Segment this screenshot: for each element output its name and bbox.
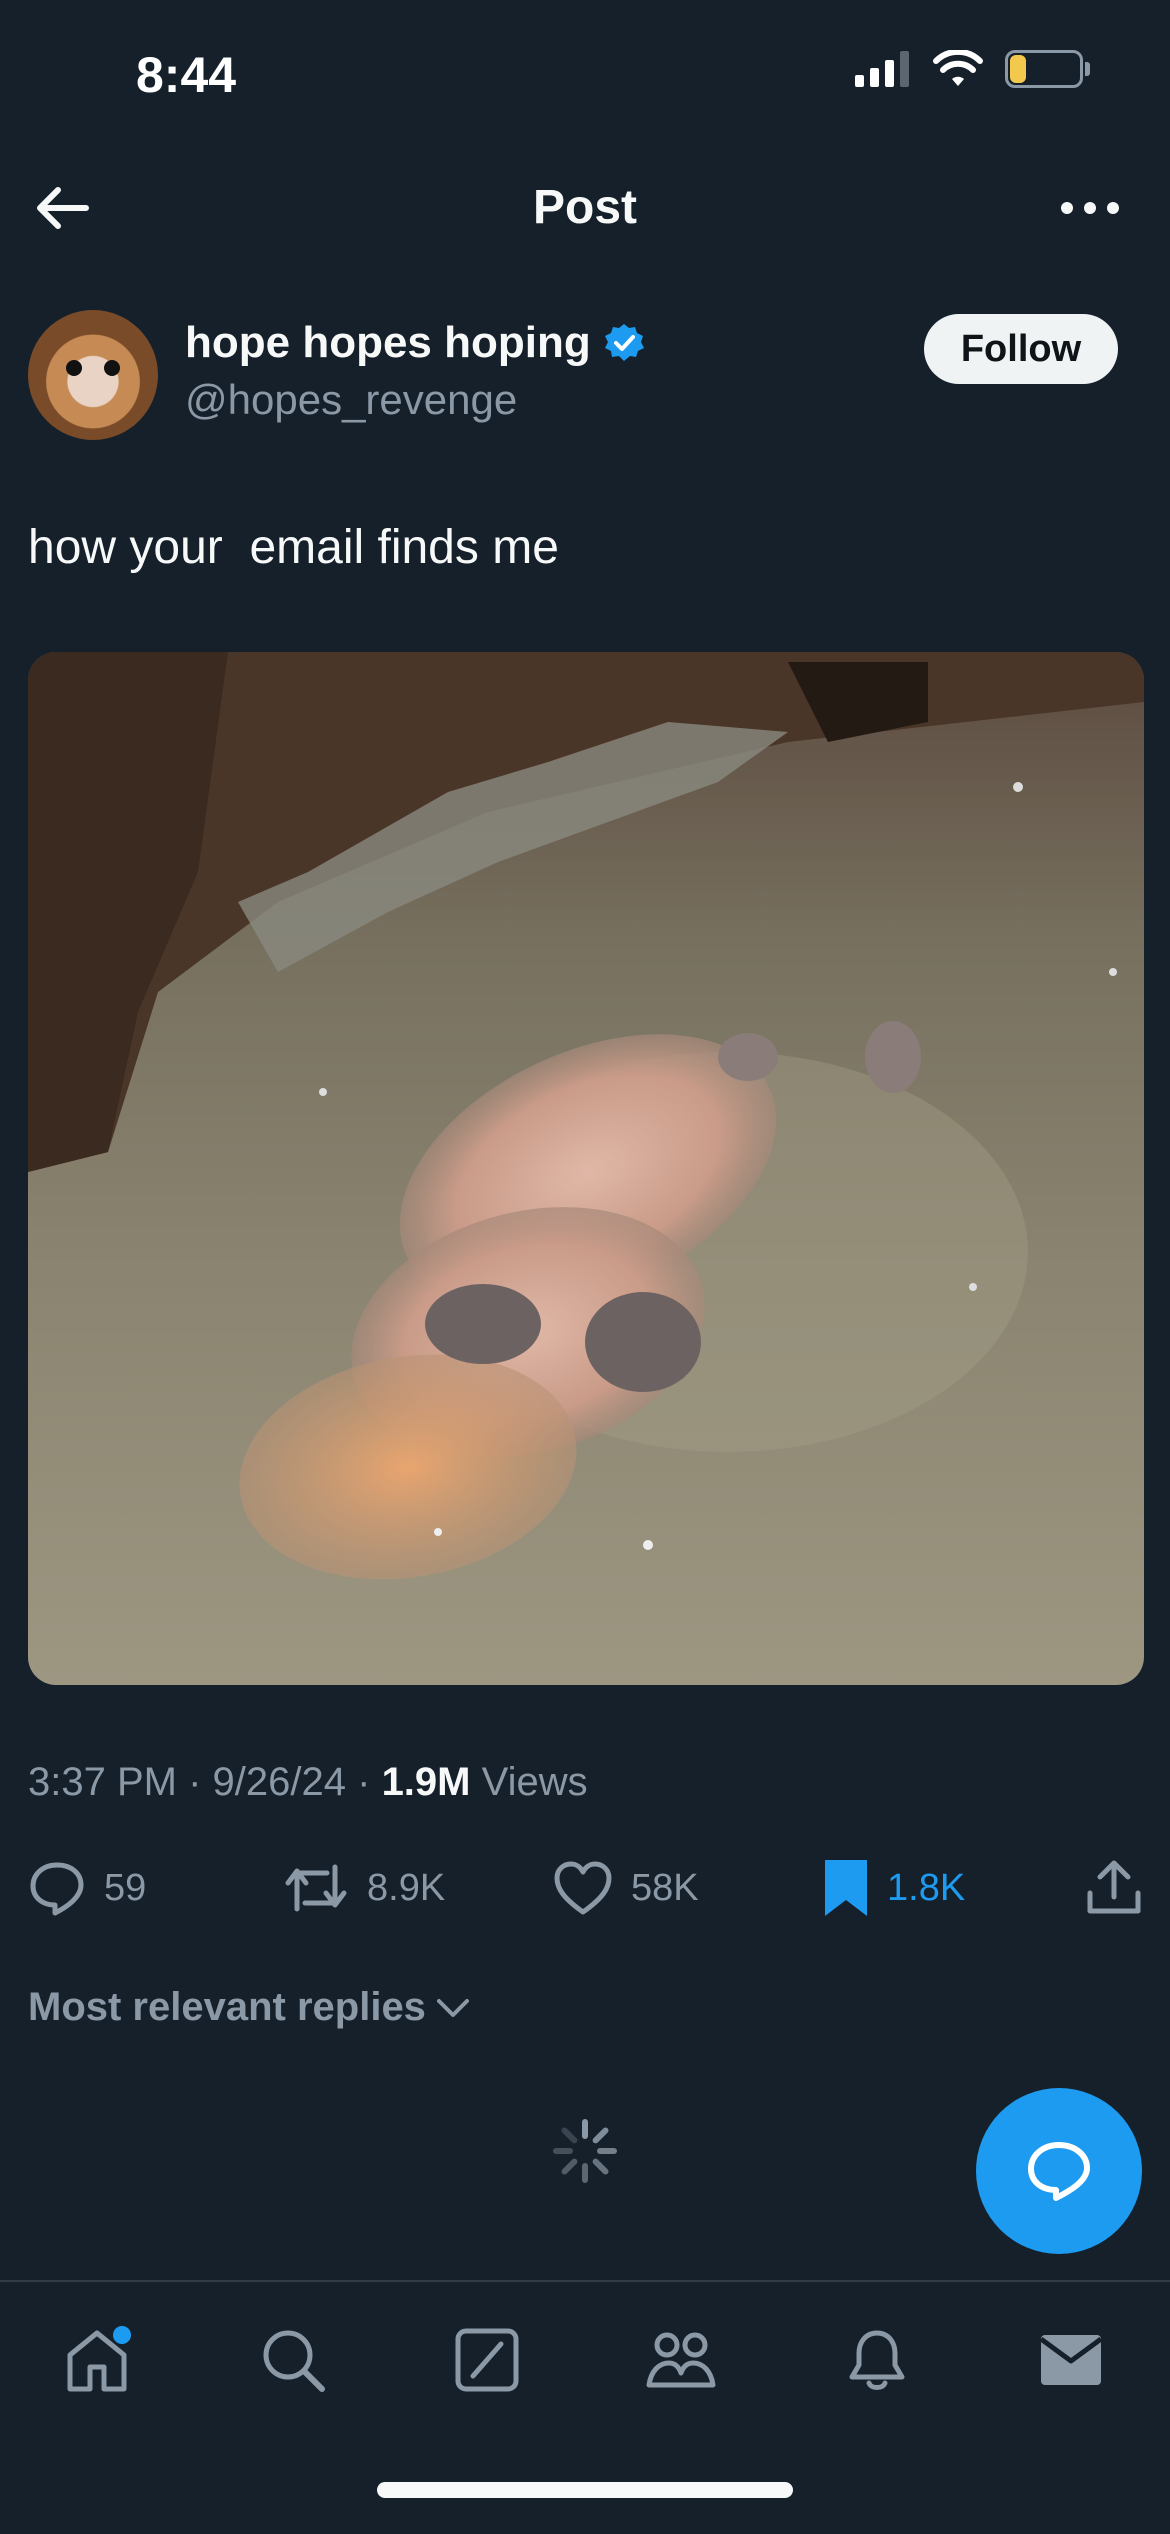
post-time: 3:37 PM xyxy=(28,1760,177,1804)
more-icon xyxy=(1061,202,1119,214)
share-icon xyxy=(1087,1860,1141,1914)
grok-icon xyxy=(455,2328,519,2392)
repost-button[interactable]: 8.9K xyxy=(283,1848,445,1928)
mail-icon xyxy=(1039,2335,1103,2385)
post-text: how your email finds me xyxy=(28,521,559,574)
verified-badge-icon xyxy=(604,324,644,361)
home-indicator xyxy=(377,2482,793,2498)
tab-communities[interactable] xyxy=(641,2320,721,2400)
repost-icon xyxy=(285,1864,347,1912)
reply-button[interactable]: 59 xyxy=(28,1848,146,1928)
home-notification-dot xyxy=(113,2326,131,2344)
hippo-image xyxy=(28,652,1144,1580)
battery-cap xyxy=(1085,62,1090,76)
avatar[interactable] xyxy=(28,310,158,440)
meta-separator: · xyxy=(357,1760,382,1804)
bell-icon xyxy=(849,2330,905,2390)
replies-sort-label: Most relevant replies xyxy=(28,1985,426,2029)
like-button[interactable]: 58K xyxy=(553,1848,699,1928)
tab-home[interactable] xyxy=(57,2320,137,2400)
page-title: Post xyxy=(532,181,637,234)
replies-sort-dropdown[interactable]: Most relevant replies xyxy=(28,1985,470,2030)
chevron-down-icon xyxy=(436,1998,469,2017)
wifi-icon xyxy=(933,50,983,86)
bookmark-button[interactable]: 1.8K xyxy=(823,1848,965,1928)
more-options-button[interactable] xyxy=(1050,180,1130,236)
signal-icon xyxy=(855,51,909,87)
tab-grok[interactable] xyxy=(447,2320,527,2400)
author-name: hope hopes hoping xyxy=(185,318,591,367)
author-name-row[interactable]: hope hopes hoping xyxy=(185,318,645,368)
reply-icon xyxy=(30,1862,84,1916)
share-button[interactable] xyxy=(1086,1848,1142,1928)
author-handle[interactable]: @hopes_revenge xyxy=(185,376,517,424)
post-date: 9/26/24 xyxy=(212,1760,346,1804)
tab-messages[interactable] xyxy=(1031,2320,1111,2400)
communities-icon xyxy=(646,2332,716,2388)
loading-spinner-icon xyxy=(553,2119,617,2183)
action-bar: 59 8.9K 58K 1.8K xyxy=(28,1848,1144,1928)
search-icon xyxy=(263,2330,325,2392)
compose-reply-button[interactable] xyxy=(976,2088,1142,2254)
reply-bubble-icon xyxy=(1028,2142,1090,2201)
status-icons: 17 xyxy=(855,50,1090,88)
follow-button[interactable]: Follow xyxy=(924,314,1118,384)
status-time: 8:44 xyxy=(136,47,237,103)
post-meta: 3:37 PM · 9/26/24 · 1.9M Views xyxy=(28,1760,588,1805)
bookmark-count: 1.8K xyxy=(887,1866,966,1909)
views-label: Views xyxy=(481,1760,588,1804)
tab-notifications[interactable] xyxy=(837,2320,917,2400)
reply-count: 59 xyxy=(104,1866,147,1909)
post-media[interactable] xyxy=(28,652,1144,1685)
battery-icon: 17 xyxy=(1005,50,1083,88)
bookmark-icon xyxy=(825,1860,867,1916)
like-count: 58K xyxy=(631,1866,699,1909)
repost-count: 8.9K xyxy=(367,1866,446,1909)
tab-search[interactable] xyxy=(253,2320,333,2400)
meta-separator: · xyxy=(188,1760,213,1804)
heart-icon xyxy=(554,1861,612,1915)
views-count[interactable]: 1.9M xyxy=(382,1760,471,1804)
battery-level: 17 xyxy=(1028,53,1060,84)
